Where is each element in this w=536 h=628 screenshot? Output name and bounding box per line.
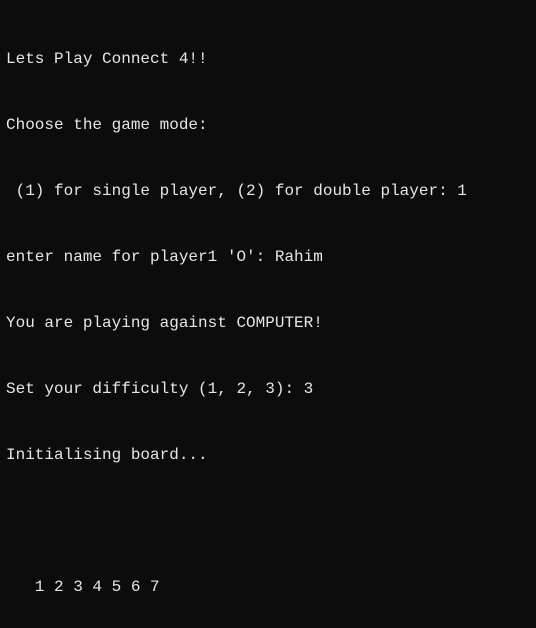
name-prompt-text: enter name for player1 'O':: [6, 248, 275, 266]
choose-mode-label: Choose the game mode:: [6, 114, 530, 136]
difficulty-prompt-text: Set your difficulty (1, 2, 3):: [6, 380, 304, 398]
difficulty-input-value[interactable]: 3: [304, 380, 314, 398]
mode-prompt-text: (1) for single player, (2) for double pl…: [6, 182, 457, 200]
terminal-window: Lets Play Connect 4!! Choose the game mo…: [0, 0, 536, 628]
difficulty-prompt-line: Set your difficulty (1, 2, 3): 3: [6, 378, 530, 400]
board-header: 1 2 3 4 5 6 7: [6, 576, 530, 598]
mode-prompt-line: (1) for single player, (2) for double pl…: [6, 180, 530, 202]
name-input-value[interactable]: Rahim: [275, 248, 323, 266]
blank-line-1: [6, 510, 530, 532]
name-prompt-line: enter name for player1 'O': Rahim: [6, 246, 530, 268]
init-line: Initialising board...: [6, 444, 530, 466]
mode-input-value[interactable]: 1: [457, 182, 467, 200]
opponent-line: You are playing against COMPUTER!: [6, 312, 530, 334]
title-line: Lets Play Connect 4!!: [6, 48, 530, 70]
